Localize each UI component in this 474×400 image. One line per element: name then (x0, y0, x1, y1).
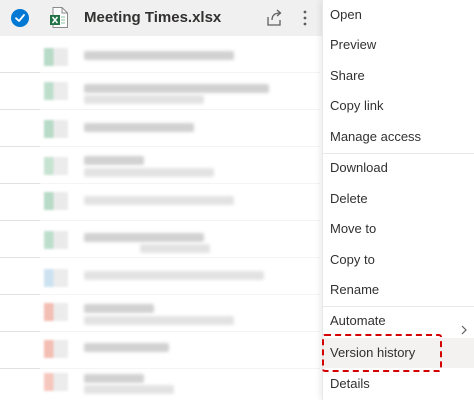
menu-item-label: Automate (330, 313, 386, 328)
menu-item-details[interactable]: Details (323, 369, 474, 399)
file-icon (44, 192, 68, 210)
menu-item-label: Manage access (330, 129, 422, 144)
file-icon (44, 373, 68, 391)
more-vertical-icon[interactable] (300, 9, 310, 27)
check-circle-icon[interactable] (11, 9, 29, 27)
menu-item-label: Details (330, 376, 370, 391)
chevron-right-icon (459, 316, 469, 335)
file-icon (44, 120, 68, 138)
menu-item-label: Rename (330, 282, 380, 297)
menu-item-share[interactable]: Share (323, 61, 474, 91)
file-icon (44, 269, 68, 287)
share-icon[interactable] (266, 9, 284, 27)
menu-item-copy-link[interactable]: Copy link (323, 91, 474, 121)
menu-item-label: Preview (330, 37, 377, 52)
file-icon (44, 48, 68, 66)
menu-item-label: Copy link (330, 98, 384, 113)
version-history-highlight-outline (322, 334, 442, 372)
menu-item-label: Delete (330, 191, 368, 206)
file-icon (44, 303, 68, 321)
file-icon (44, 157, 68, 175)
file-icon (44, 82, 68, 100)
menu-item-move-to[interactable]: Move to (323, 214, 474, 244)
menu-item-label: Copy to (330, 252, 375, 267)
menu-item-automate[interactable]: Automate (323, 306, 474, 336)
menu-item-copy-to[interactable]: Copy to (323, 245, 474, 275)
file-name[interactable]: Meeting Times.xlsx (84, 9, 221, 26)
menu-item-preview[interactable]: Preview (323, 30, 474, 60)
excel-file-icon (50, 7, 68, 28)
menu-item-label: Download (330, 160, 388, 175)
file-icon (44, 340, 68, 358)
menu-item-download[interactable]: Download (323, 153, 474, 183)
file-icon (44, 231, 68, 249)
menu-item-open[interactable]: Open (323, 0, 474, 30)
menu-item-rename[interactable]: Rename (323, 275, 474, 305)
menu-item-manage-access[interactable]: Manage access (323, 122, 474, 152)
menu-item-label: Move to (330, 221, 377, 236)
menu-item-label: Share (330, 68, 365, 83)
menu-item-label: Open (330, 7, 362, 22)
menu-item-delete[interactable]: Delete (323, 184, 474, 214)
